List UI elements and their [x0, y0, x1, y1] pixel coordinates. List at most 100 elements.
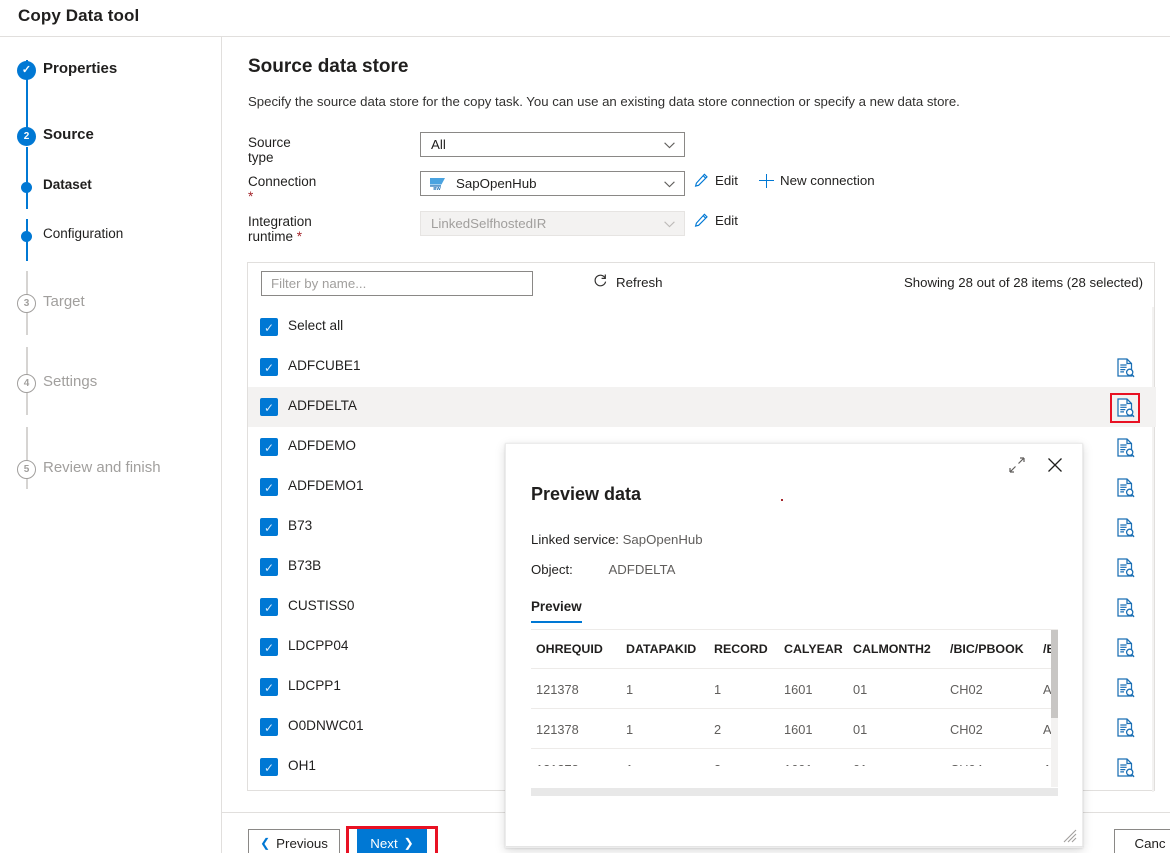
- row-checkbox[interactable]: ✓: [260, 478, 278, 496]
- connection-label-text: Connection: [248, 174, 316, 189]
- table-vertical-scrollbar[interactable]: [1051, 630, 1058, 787]
- integration-runtime-required-mark: *: [297, 229, 302, 244]
- integration-runtime-edit-label: Edit: [715, 213, 738, 228]
- row-checkbox[interactable]: ✓: [260, 638, 278, 656]
- row-name: CUSTISS0: [288, 598, 354, 613]
- integration-runtime-value: LinkedSelfhostedIR: [421, 216, 546, 231]
- integration-runtime-edit-button[interactable]: Edit: [694, 213, 738, 228]
- cell: 1601: [784, 722, 812, 737]
- connection-edit-button[interactable]: Edit: [694, 173, 738, 188]
- next-button[interactable]: Next ❯: [357, 829, 427, 853]
- row-checkbox[interactable]: ✓: [260, 438, 278, 456]
- preview-data-icon[interactable]: [1114, 517, 1136, 539]
- scrollbar-thumb[interactable]: [1051, 630, 1058, 718]
- row-checkbox[interactable]: ✓: [260, 678, 278, 696]
- preview-data-dialog: Preview data Linked service: SapOpenHub …: [505, 443, 1083, 848]
- column-header: OHREQUID: [536, 642, 603, 656]
- column-header: CALYEAR: [784, 642, 843, 656]
- list-item[interactable]: ✓ ADFCUBE1: [248, 347, 1156, 387]
- sidebar-item-label: Target: [43, 293, 85, 310]
- new-connection-label: New connection: [780, 173, 875, 188]
- step-marker-2: 2: [17, 127, 36, 146]
- row-checkbox[interactable]: ✓: [260, 758, 278, 776]
- select-all-row[interactable]: ✓ Select all: [248, 307, 1156, 347]
- row-checkbox[interactable]: ✓: [260, 398, 278, 416]
- preview-data-table: OHREQUID DATAPAKID RECORD CALYEAR CALMON…: [531, 630, 1058, 790]
- column-header: RECORD: [714, 642, 768, 656]
- preview-data-icon[interactable]: [1114, 717, 1136, 739]
- integration-runtime-label-text: Integration runtime: [248, 214, 312, 244]
- resize-grip[interactable]: [1063, 829, 1077, 843]
- pencil-icon: [694, 173, 709, 188]
- cell: 1601: [784, 762, 812, 766]
- preview-data-icon-highlighted[interactable]: [1112, 395, 1138, 421]
- cell: 01: [853, 682, 867, 697]
- preview-data-icon[interactable]: [1114, 437, 1136, 459]
- linked-service-value: SapOpenHub: [623, 532, 703, 547]
- row-checkbox[interactable]: ✓: [260, 718, 278, 736]
- cell: 1: [626, 722, 633, 737]
- preview-data-icon[interactable]: [1114, 357, 1136, 379]
- sidebar-item-review-and-finish[interactable]: 5 Review and finish: [0, 456, 221, 484]
- plus-icon: [759, 174, 773, 188]
- source-type-label: Source type: [248, 135, 291, 165]
- sidebar-item-source[interactable]: 2 Source: [0, 123, 221, 151]
- dialog-bottom-divider: [506, 846, 1084, 847]
- sidebar-item-label: Source: [43, 126, 94, 143]
- pencil-icon: [694, 213, 709, 228]
- table-horizontal-scrollbar[interactable]: [531, 788, 1058, 796]
- sidebar-item-label: Configuration: [43, 226, 123, 241]
- source-type-value: All: [421, 137, 446, 152]
- step-marker-4: 4: [17, 374, 36, 393]
- cancel-button[interactable]: Canc: [1114, 829, 1170, 853]
- preview-data-icon[interactable]: [1114, 597, 1136, 619]
- sidebar-item-target[interactable]: 3 Target: [0, 290, 221, 318]
- connection-select[interactable]: BW SapOpenHub: [420, 171, 685, 196]
- new-connection-button[interactable]: New connection: [759, 173, 875, 188]
- preview-data-icon[interactable]: [1114, 757, 1136, 779]
- sidebar-item-label: Dataset: [43, 177, 92, 192]
- close-icon[interactable]: [1044, 454, 1066, 476]
- preview-data-icon[interactable]: [1114, 557, 1136, 579]
- list-item-selected[interactable]: ✓ ADFDELTA: [248, 387, 1156, 427]
- cell: CH04: [950, 762, 983, 766]
- row-checkbox[interactable]: ✓: [260, 518, 278, 536]
- sidebar-item-properties[interactable]: ✓ Properties: [0, 57, 221, 85]
- previous-button[interactable]: ❮ Previous: [248, 829, 340, 853]
- select-all-checkbox[interactable]: ✓: [260, 318, 278, 336]
- row-checkbox[interactable]: ✓: [260, 598, 278, 616]
- cell: CH02: [950, 682, 983, 697]
- filter-input[interactable]: [261, 271, 533, 296]
- page-subtitle: Specify the source data store for the co…: [248, 94, 960, 109]
- table-row: 121378 1 1 1601 01 CH02 AN: [531, 668, 1058, 708]
- integration-runtime-label: Integration runtime *: [248, 214, 312, 244]
- chevron-left-icon: ❮: [260, 836, 270, 850]
- sidebar-item-configuration[interactable]: Configuration: [0, 223, 221, 251]
- cell: 121378: [536, 682, 579, 697]
- preview-data-icon[interactable]: [1114, 637, 1136, 659]
- cancel-label: Canc: [1134, 836, 1165, 851]
- sidebar-item-settings[interactable]: 4 Settings: [0, 370, 221, 398]
- step-marker-dot-icon: [21, 231, 32, 242]
- row-name: ADFCUBE1: [288, 358, 361, 373]
- row-name: ADFDEMO: [288, 438, 356, 453]
- preview-data-icon[interactable]: [1114, 677, 1136, 699]
- chevron-right-icon: ❯: [404, 836, 414, 850]
- table-row: 121378 1 2 1601 01 CH02 AN: [531, 708, 1058, 748]
- column-header: DATAPAKID: [626, 642, 696, 656]
- refresh-button[interactable]: Refresh: [593, 273, 663, 291]
- linked-service-label: Linked service:: [531, 532, 619, 547]
- tab-preview[interactable]: Preview: [531, 599, 582, 623]
- cell: 121378: [536, 722, 579, 737]
- preview-data-icon[interactable]: [1114, 477, 1136, 499]
- object-list-scrollbar[interactable]: [1152, 307, 1154, 792]
- row-name: LDCPP1: [288, 678, 341, 693]
- sidebar-item-dataset[interactable]: Dataset: [0, 174, 221, 202]
- row-name: LDCPP04: [288, 638, 348, 653]
- step-marker-3: 3: [17, 294, 36, 313]
- row-checkbox[interactable]: ✓: [260, 558, 278, 576]
- row-checkbox[interactable]: ✓: [260, 358, 278, 376]
- expand-icon[interactable]: [1006, 454, 1028, 476]
- step-marker-check-icon: ✓: [17, 61, 36, 80]
- source-type-select[interactable]: All: [420, 132, 685, 157]
